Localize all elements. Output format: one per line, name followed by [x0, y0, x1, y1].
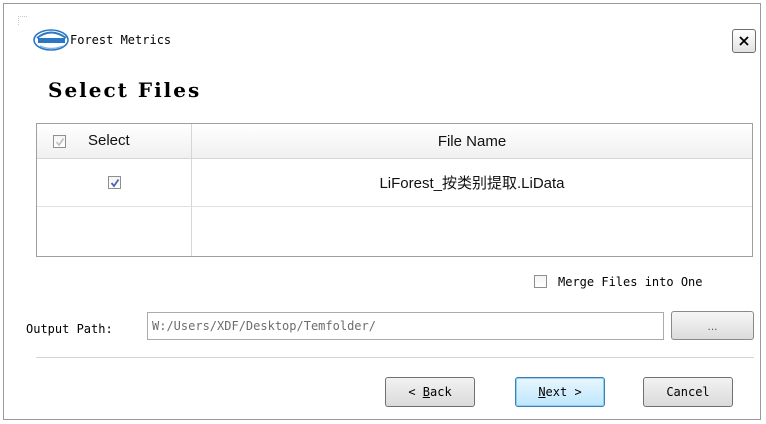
column-header-select[interactable]: Select: [37, 124, 191, 159]
cancel-button[interactable]: Cancel: [643, 377, 733, 407]
checkmark-icon: [55, 137, 64, 146]
close-button[interactable]: [732, 29, 756, 53]
merge-files-label: Merge Files into One: [558, 275, 703, 289]
row-select-checkbox[interactable]: [108, 176, 121, 189]
close-icon: [739, 36, 749, 46]
forest-metrics-dialog: Forest Metrics Select Files Select File …: [3, 3, 761, 420]
table-header: Select File Name: [37, 124, 752, 159]
next-button-access-key: N: [538, 385, 546, 399]
browse-button[interactable]: ...: [671, 311, 754, 340]
lidar-logo-icon: [33, 29, 69, 51]
next-button[interactable]: Next >: [515, 377, 605, 407]
column-header-select-label: Select: [88, 132, 130, 149]
back-button[interactable]: < Back: [385, 377, 475, 407]
window-title: Forest Metrics: [70, 33, 172, 47]
merge-files-checkbox[interactable]: [534, 275, 547, 288]
select-all-checkbox[interactable]: [53, 135, 66, 148]
title-bar[interactable]: Forest Metrics: [4, 4, 760, 76]
file-name-cell[interactable]: LiForest_按类别提取.LiData: [192, 159, 752, 206]
output-path-label: Output Path:: [26, 322, 113, 336]
output-path-field[interactable]: W:/Users/XDF/Desktop/Temfolder/: [147, 312, 664, 340]
column-header-file-name[interactable]: File Name: [192, 124, 752, 159]
back-button-prefix: <: [408, 385, 423, 399]
back-button-label: ack: [430, 385, 452, 399]
file-table: Select File Name LiForest_按类别提取.LiData: [36, 123, 753, 257]
checkmark-icon: [110, 178, 119, 187]
next-button-label: ext >: [545, 385, 582, 399]
footer-divider: [36, 357, 754, 358]
page-title: Select Files: [48, 78, 202, 102]
grip-icon: [18, 16, 27, 25]
file-name-text: LiForest_按类别提取.LiData: [379, 175, 565, 192]
column-header-file-name-label: File Name: [437, 133, 507, 150]
table-row[interactable]: LiForest_按类别提取.LiData: [37, 159, 752, 207]
back-button-access-key: B: [422, 385, 430, 399]
